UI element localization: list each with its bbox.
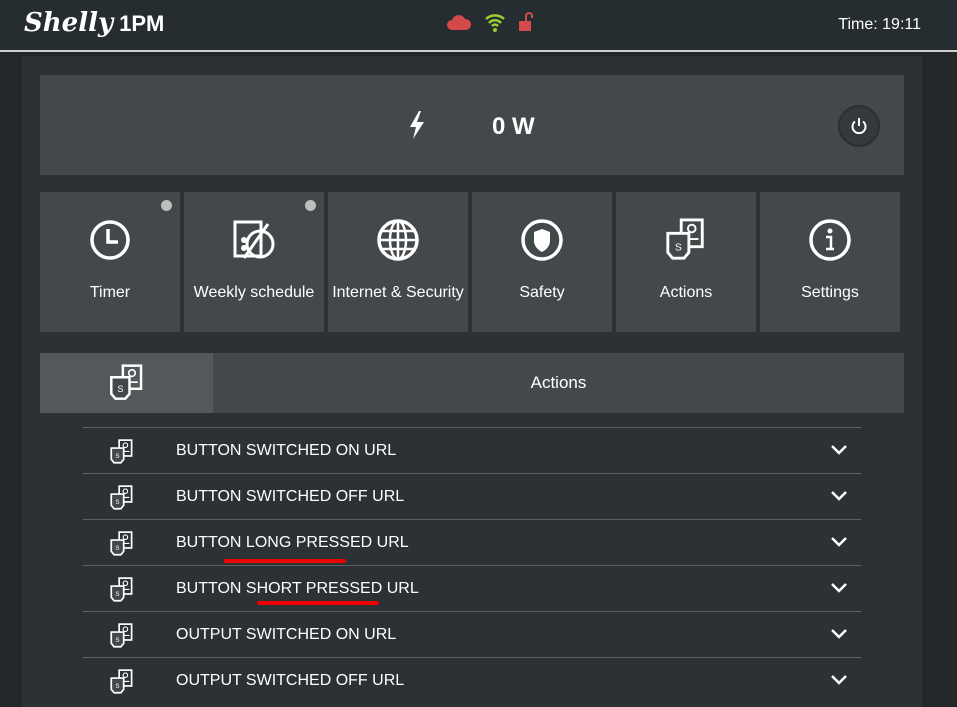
actions-icon (109, 531, 135, 557)
tile-actions[interactable]: Actions (616, 192, 756, 332)
actions-icon (109, 485, 135, 511)
shelly-logo: Shelly 1PM (24, 8, 164, 38)
tile-settings[interactable]: Settings (760, 192, 900, 332)
logo-text: Shelly (24, 8, 114, 38)
section-header: Actions (40, 353, 904, 413)
actions-icon (109, 623, 135, 649)
unlock-icon (519, 12, 533, 31)
clock-icon (90, 220, 130, 260)
main-panel: 0 W Timer Weekly schedule Internet & Sec… (22, 56, 922, 707)
lightning-icon (408, 111, 426, 146)
actions-icon (109, 577, 135, 603)
power-card: 0 W (40, 75, 904, 175)
actions-list: BUTTON SWITCHED ON URL BUTTON SWITCHED O… (83, 427, 861, 703)
list-item[interactable]: OUTPUT SWITCHED ON URL (83, 611, 861, 657)
tile-label: Settings (801, 284, 859, 301)
model-name: 1PM (119, 11, 165, 36)
tile-timer[interactable]: Timer (40, 192, 180, 332)
power-toggle-button[interactable] (838, 105, 880, 147)
list-item[interactable]: BUTTON SHORT PRESSED URL (83, 565, 861, 611)
tile-safety[interactable]: Safety (472, 192, 612, 332)
chevron-down-icon[interactable] (829, 624, 849, 644)
time-display: Time: 19:11 (838, 16, 921, 33)
globe-icon (377, 219, 419, 261)
cloud-icon (447, 15, 472, 30)
action-label: BUTTON SWITCHED ON URL (176, 441, 397, 459)
status-dot (305, 200, 316, 211)
power-icon (851, 118, 867, 135)
tile-internet-security[interactable]: Internet & Security (328, 192, 468, 332)
list-item[interactable]: BUTTON LONG PRESSED URL (83, 519, 861, 565)
red-underline-annotation (257, 601, 379, 605)
status-dot (161, 200, 172, 211)
tile-label: Weekly schedule (193, 284, 315, 301)
chevron-down-icon[interactable] (829, 670, 849, 690)
top-bar: Shelly 1PM Time: 19:11 (0, 0, 957, 52)
schedule-icon (233, 220, 275, 259)
section-title: Actions (530, 373, 587, 392)
tile-label: Actions (659, 284, 713, 301)
actions-icon (108, 364, 146, 402)
action-label: BUTTON LONG PRESSED URL (176, 533, 409, 551)
list-item[interactable]: BUTTON SWITCHED OFF URL (83, 473, 861, 519)
menu-tiles: Timer Weekly schedule Internet & Securit… (40, 192, 900, 332)
actions-icon (664, 218, 708, 262)
wifi-icon (485, 14, 505, 32)
action-label: OUTPUT SWITCHED OFF URL (176, 671, 405, 689)
action-label: BUTTON SHORT PRESSED URL (176, 579, 419, 597)
chevron-down-icon[interactable] (829, 532, 849, 552)
action-label: BUTTON SWITCHED OFF URL (176, 487, 405, 505)
info-icon (809, 219, 851, 261)
action-label: OUTPUT SWITCHED ON URL (176, 625, 397, 643)
power-value: 0 W (492, 113, 535, 140)
red-underline-annotation (224, 559, 346, 563)
actions-icon (109, 669, 135, 695)
tile-label: Safety (519, 284, 565, 301)
chevron-down-icon[interactable] (829, 486, 849, 506)
shield-icon (521, 219, 563, 261)
tile-weekly-schedule[interactable]: Weekly schedule (184, 192, 324, 332)
chevron-down-icon[interactable] (829, 578, 849, 598)
actions-icon (109, 439, 135, 465)
list-item[interactable]: BUTTON SWITCHED ON URL (83, 427, 861, 473)
chevron-down-icon[interactable] (829, 440, 849, 460)
list-item[interactable]: OUTPUT SWITCHED OFF URL (83, 657, 861, 703)
section-icon-tab[interactable] (40, 353, 213, 413)
status-icons (446, 12, 534, 32)
tile-label: Internet & Security (332, 284, 464, 301)
tile-label: Timer (89, 284, 131, 301)
